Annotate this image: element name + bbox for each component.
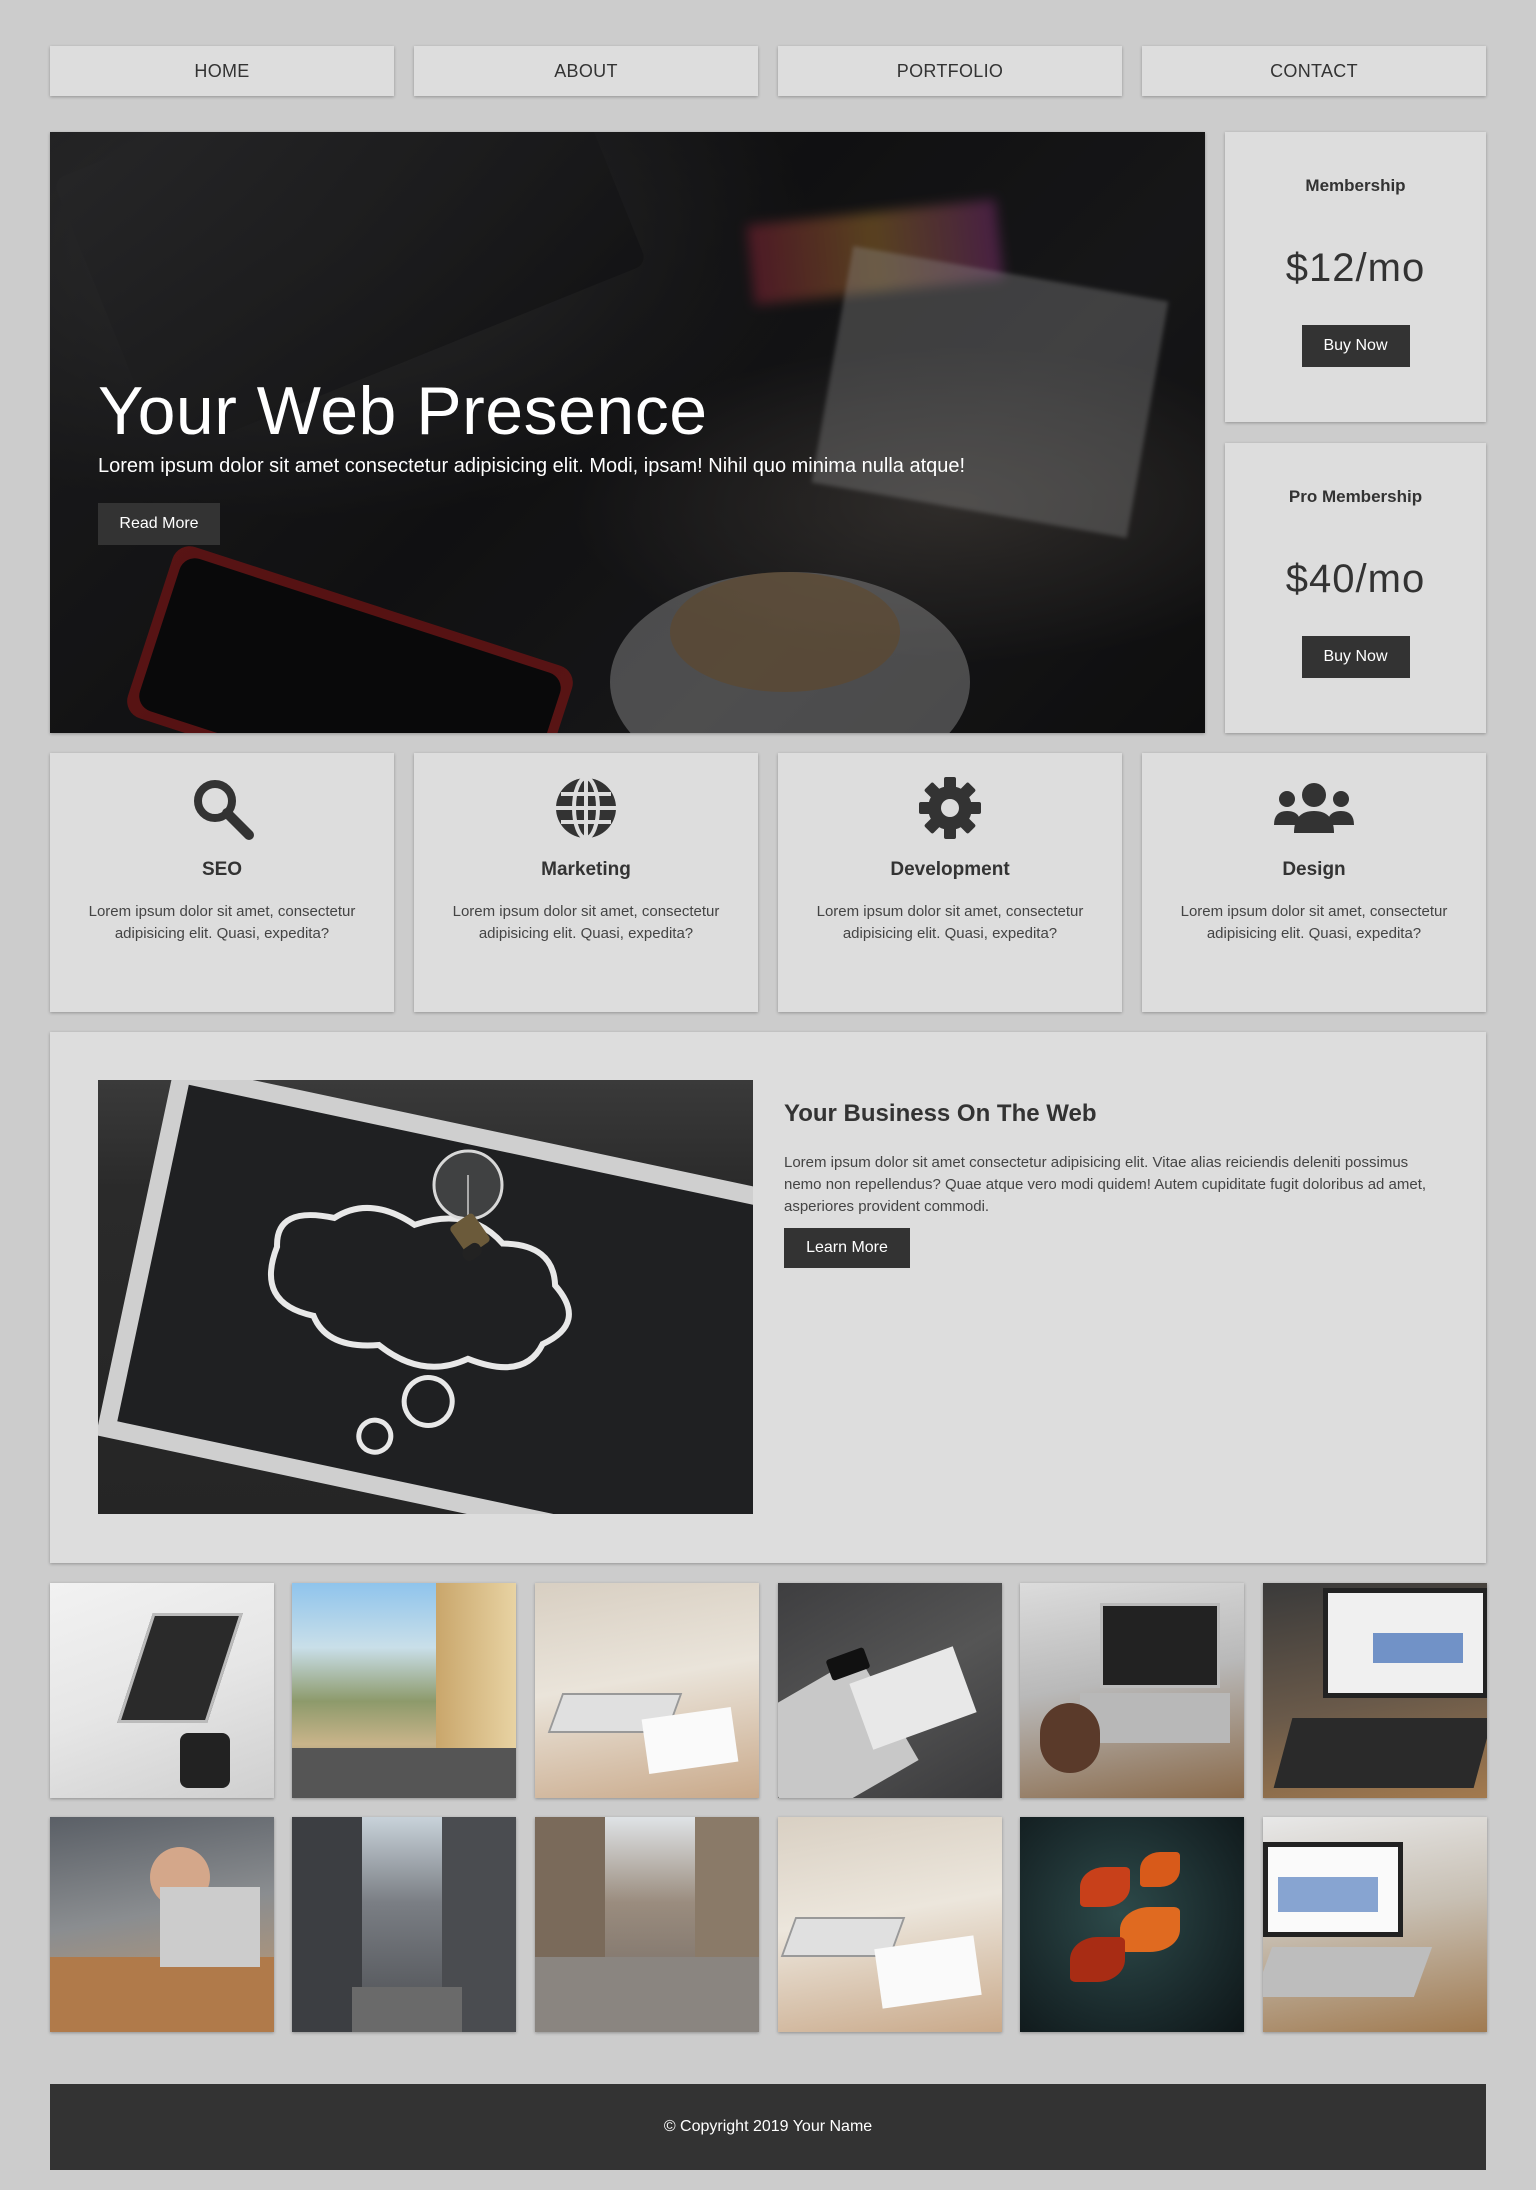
read-more-button[interactable]: Read More <box>98 503 220 545</box>
gallery-image[interactable] <box>778 1583 1002 1798</box>
pricing-name: Membership <box>1305 176 1406 195</box>
service-text: Lorem ipsum dolor sit amet, consectetur … <box>816 903 1084 942</box>
lightbulb-chalkboard-image <box>98 1080 753 1514</box>
business-text: Lorem ipsum dolor sit amet consectetur a… <box>784 1154 1427 1215</box>
service-title: Design <box>1282 859 1346 880</box>
gallery-image[interactable] <box>535 1817 759 2032</box>
copyright-text: © Copyright 2019 Your Name <box>663 2118 873 2135</box>
buy-now-button[interactable]: Buy Now <box>1301 325 1410 367</box>
nav-home[interactable]: HOME <box>50 46 394 96</box>
service-text: Lorem ipsum dolor sit amet, consectetur … <box>88 903 356 942</box>
service-text: Lorem ipsum dolor sit amet, consectetur … <box>1180 903 1448 942</box>
nav-contact[interactable]: CONTACT <box>1142 46 1486 96</box>
footer: © Copyright 2019 Your Name <box>50 2084 1486 2170</box>
gallery-image[interactable] <box>50 1817 274 2032</box>
globe-icon <box>414 775 758 841</box>
service-card-marketing: Marketing Lorem ipsum dolor sit amet, co… <box>414 753 758 1012</box>
service-text: Lorem ipsum dolor sit amet, consectetur … <box>452 903 720 942</box>
gallery-image[interactable] <box>50 1583 274 1798</box>
gallery-image[interactable] <box>292 1817 516 2032</box>
business-section: Your Business On The Web Lorem ipsum dol… <box>50 1032 1486 1563</box>
lightbulb-icon <box>432 1149 504 1262</box>
gallery-image[interactable] <box>292 1583 516 1798</box>
pricing-amount: $12/mo <box>1285 246 1426 290</box>
hero-text: Lorem ipsum dolor sit amet consectetur a… <box>98 455 966 477</box>
nav-about[interactable]: ABOUT <box>414 46 758 96</box>
service-card-design: Design Lorem ipsum dolor sit amet, conse… <box>1142 753 1486 1012</box>
nav-portfolio[interactable]: PORTFOLIO <box>778 46 1122 96</box>
learn-more-button[interactable]: Learn More <box>784 1228 910 1268</box>
search-icon <box>50 775 394 841</box>
gallery-image[interactable] <box>1020 1583 1244 1798</box>
buy-now-button[interactable]: Buy Now <box>1301 636 1410 678</box>
gallery-image[interactable] <box>1020 1817 1244 2032</box>
service-title: Marketing <box>541 859 631 880</box>
service-title: SEO <box>201 859 243 880</box>
gallery-image[interactable] <box>1263 1583 1487 1798</box>
pricing-card-pro-membership: Pro Membership $40/mo Buy Now <box>1225 443 1486 733</box>
service-title: Development <box>890 859 1010 880</box>
pricing-card-membership: Membership $12/mo Buy Now <box>1225 132 1486 422</box>
service-card-development: Development Lorem ipsum dolor sit amet, … <box>778 753 1122 1012</box>
gallery-image[interactable] <box>1263 1817 1487 2032</box>
pricing-amount: $40/mo <box>1285 557 1426 601</box>
hero-section: Your Web Presence Lorem ipsum dolor sit … <box>50 132 1205 733</box>
hero-title: Your Web Presence <box>98 373 708 449</box>
gallery-image[interactable] <box>778 1817 1002 2032</box>
service-card-seo: SEO Lorem ipsum dolor sit amet, consecte… <box>50 753 394 1012</box>
business-heading: Your Business On The Web <box>784 1100 1097 1127</box>
gallery-image[interactable] <box>535 1583 759 1798</box>
gear-icon <box>778 775 1122 841</box>
pricing-name: Pro Membership <box>1288 487 1423 506</box>
users-icon <box>1142 775 1486 841</box>
